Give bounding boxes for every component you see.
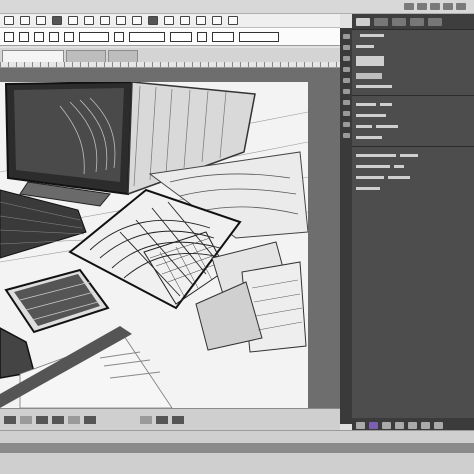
adjustment-layer-icon[interactable] xyxy=(395,421,404,429)
add-mask-icon[interactable] xyxy=(382,421,391,429)
move-icon[interactable] xyxy=(4,16,14,25)
document-tab[interactable] xyxy=(108,50,138,62)
link-layers-icon[interactable] xyxy=(356,421,365,429)
panel-row[interactable] xyxy=(352,41,474,52)
document-canvas[interactable] xyxy=(0,82,308,408)
zoom-icon[interactable] xyxy=(212,16,222,25)
height-field[interactable] xyxy=(212,31,234,42)
document-tab[interactable] xyxy=(2,50,64,62)
timeline-icon[interactable] xyxy=(84,415,96,424)
bottom-shelf xyxy=(0,430,474,474)
tab-color[interactable] xyxy=(410,17,424,26)
feather-field[interactable] xyxy=(79,31,109,42)
canvas-area[interactable] xyxy=(0,68,340,408)
panel-row[interactable] xyxy=(352,132,474,143)
new-group-icon[interactable] xyxy=(408,421,417,429)
workspace-icon[interactable] xyxy=(404,3,414,10)
options-bar xyxy=(0,28,340,46)
shape-icon[interactable] xyxy=(180,16,190,25)
add-selection-button[interactable] xyxy=(34,31,44,42)
taskbar-strip xyxy=(0,443,474,453)
tool-preset-button[interactable] xyxy=(4,31,14,42)
tab-swatches[interactable] xyxy=(428,17,442,26)
swatches-icon[interactable] xyxy=(342,67,350,72)
hand-icon[interactable] xyxy=(196,16,206,25)
panel-row[interactable] xyxy=(352,30,474,41)
pen-icon[interactable] xyxy=(148,16,158,25)
tab-paths[interactable] xyxy=(392,17,406,26)
gradient-icon[interactable] xyxy=(132,16,142,25)
subtract-selection-button[interactable] xyxy=(49,31,59,42)
window-controls xyxy=(404,3,466,10)
document-tab[interactable] xyxy=(66,50,106,62)
properties-icon[interactable] xyxy=(342,45,350,50)
stamp-icon[interactable] xyxy=(100,16,110,25)
new-layer-icon[interactable] xyxy=(421,421,430,429)
artwork-image xyxy=(0,82,308,408)
actions-icon[interactable] xyxy=(342,133,350,138)
navigator-icon[interactable] xyxy=(342,122,350,127)
eyedropper-icon[interactable] xyxy=(68,16,78,25)
panel-divider xyxy=(352,95,474,96)
text-icon[interactable] xyxy=(164,16,174,25)
swap-icon[interactable] xyxy=(197,31,207,42)
history-icon[interactable] xyxy=(342,34,350,39)
panel-row[interactable] xyxy=(352,99,474,110)
mask-icon[interactable] xyxy=(140,415,152,424)
brush-settings-icon[interactable] xyxy=(342,78,350,83)
nav-next-icon[interactable] xyxy=(52,415,64,424)
close-icon[interactable] xyxy=(456,3,466,10)
lasso-icon[interactable] xyxy=(36,16,46,25)
panel-tab-bar xyxy=(352,14,474,30)
panel-row[interactable] xyxy=(352,81,474,92)
style-select[interactable] xyxy=(129,31,165,42)
tools-toolbar xyxy=(0,14,340,28)
panel-row[interactable] xyxy=(352,161,474,172)
frame-icon[interactable] xyxy=(68,415,80,424)
panel-row[interactable] xyxy=(352,70,474,81)
screen-mode-icon[interactable] xyxy=(172,415,184,424)
settings-icon[interactable] xyxy=(228,16,238,25)
panel-row[interactable] xyxy=(352,110,474,121)
width-field[interactable] xyxy=(170,31,192,42)
tab-layers[interactable] xyxy=(356,17,370,26)
panel-row[interactable] xyxy=(352,172,474,183)
maximize-icon[interactable] xyxy=(443,3,453,10)
quick-mask-icon[interactable] xyxy=(156,415,168,424)
layers-panel xyxy=(352,14,474,424)
panel-row[interactable] xyxy=(352,183,474,194)
anti-alias-checkbox[interactable] xyxy=(114,31,124,42)
panel-row[interactable] xyxy=(352,150,474,161)
delete-layer-icon[interactable] xyxy=(434,421,443,429)
panel-icon-strip xyxy=(340,28,352,424)
panel-row[interactable] xyxy=(352,121,474,132)
intersect-selection-button[interactable] xyxy=(64,31,74,42)
nav-prev-icon[interactable] xyxy=(36,415,48,424)
zoom-field[interactable] xyxy=(4,415,16,424)
tab-channels[interactable] xyxy=(374,17,388,26)
panel-divider xyxy=(352,146,474,147)
new-selection-button[interactable] xyxy=(19,31,29,42)
info-icon[interactable] xyxy=(342,111,350,116)
crop-icon[interactable] xyxy=(52,16,62,25)
layer-style-icon[interactable] xyxy=(369,421,378,429)
adjustments-icon[interactable] xyxy=(342,56,350,61)
eraser-icon[interactable] xyxy=(116,16,126,25)
minimize-icon[interactable] xyxy=(430,3,440,10)
document-tabs xyxy=(0,48,340,62)
marquee-icon[interactable] xyxy=(20,16,30,25)
title-bar xyxy=(0,0,474,14)
character-icon[interactable] xyxy=(342,89,350,94)
status-bar xyxy=(0,408,340,430)
doc-info-icon xyxy=(20,415,32,424)
select-and-mask-button[interactable] xyxy=(239,31,279,42)
photo-editor-window xyxy=(0,0,474,474)
paragraph-icon[interactable] xyxy=(342,100,350,105)
search-icon[interactable] xyxy=(417,3,427,10)
brush-icon[interactable] xyxy=(84,16,94,25)
color-swatch[interactable] xyxy=(356,56,384,66)
